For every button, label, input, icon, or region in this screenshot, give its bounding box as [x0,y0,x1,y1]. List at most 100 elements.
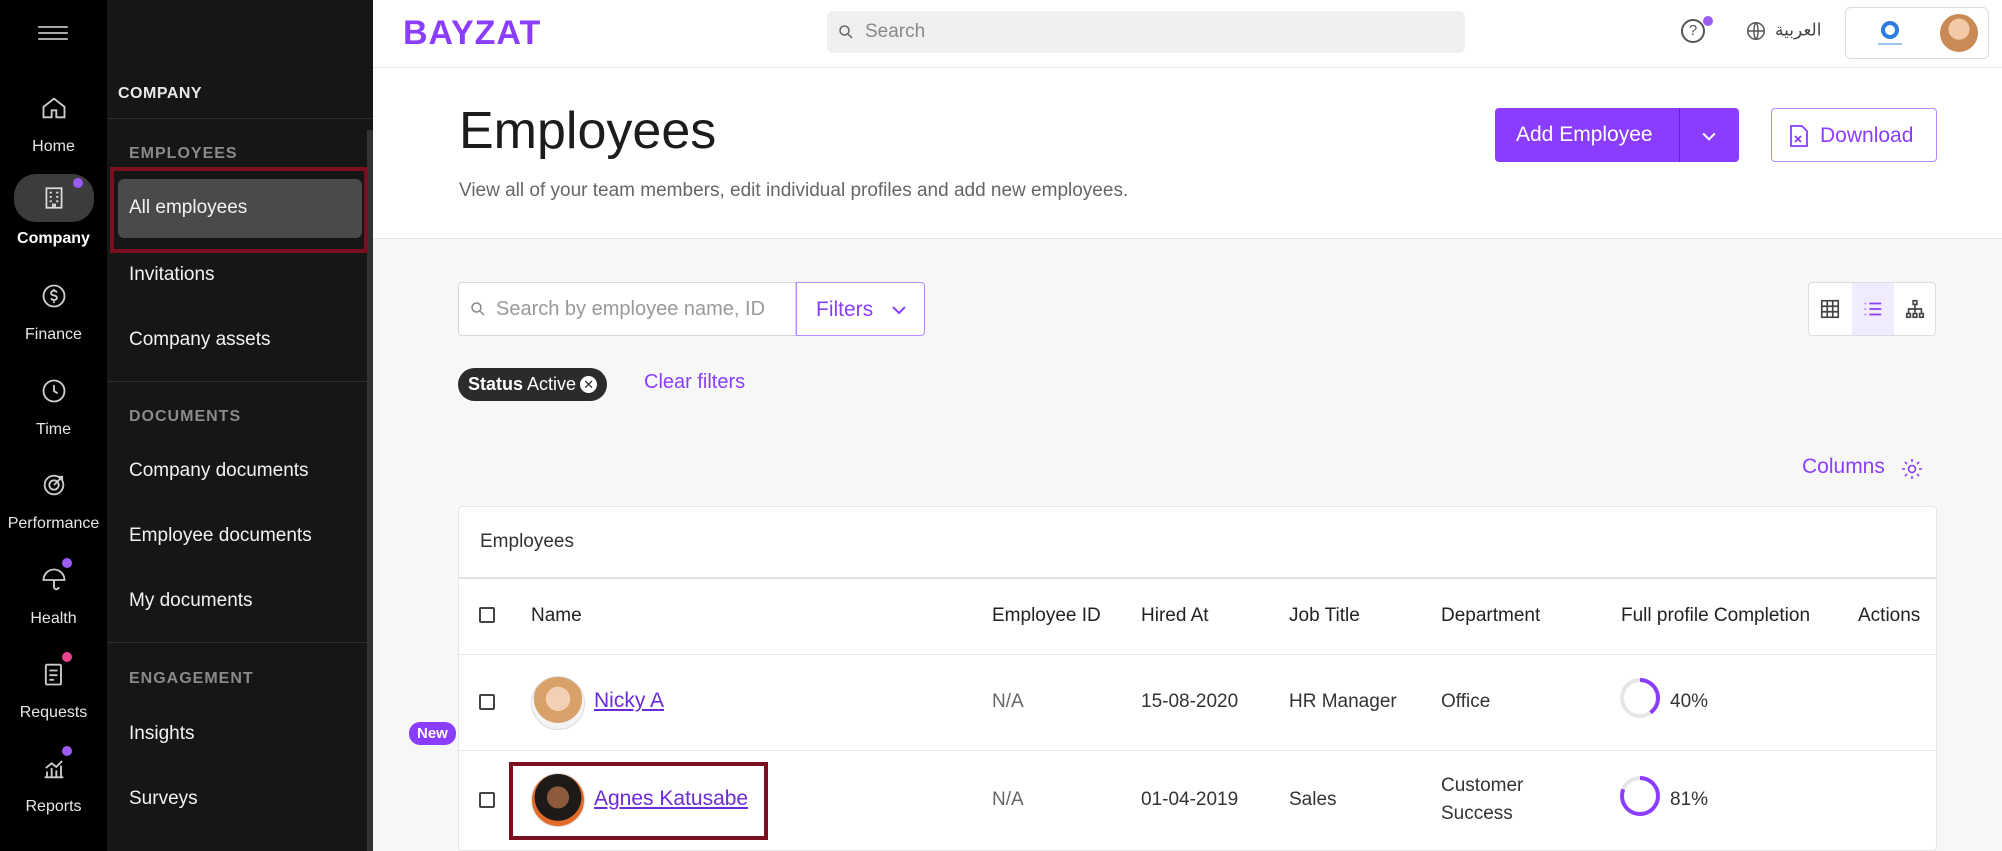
divider [107,642,373,643]
primary-rail: Home Company Finance Time Performance He… [0,0,107,851]
search-icon [471,302,485,316]
submenu-item-insights[interactable]: Insights [129,723,194,745]
globe-icon [1747,22,1765,40]
submenu-item-my-documents[interactable]: My documents [129,590,253,612]
notification-dot [61,558,72,568]
rail-item-time[interactable]: Time [0,369,107,463]
submenu-item-surveys[interactable]: Surveys [129,788,198,810]
column-header-profile-completion[interactable]: Full profile Completion [1621,605,1810,627]
page-header: Employees View all of your team members,… [373,68,2002,239]
submenu-item-company-assets[interactable]: Company assets [129,329,271,351]
profile-completion-value: 81% [1670,789,1709,810]
column-header-name[interactable]: Name [531,605,582,627]
company-submenu: COMPANY EMPLOYEES All employees Invitati… [107,0,456,851]
building-icon [13,174,94,222]
column-header-job-title[interactable]: Job Title [1289,605,1360,627]
rail-item-home[interactable]: Home [0,86,107,180]
column-header-actions: Actions [1858,605,1921,626]
list-view-button[interactable] [1852,283,1894,335]
rail-item-health[interactable]: Health [0,558,107,652]
grid-icon [1820,299,1840,319]
columns-button[interactable]: Columns [1802,455,1922,479]
department: Success [1441,803,1513,824]
notification-dot [1703,16,1713,26]
search-icon [839,25,853,39]
rail-item-finance[interactable]: Finance [0,274,107,368]
chart-icon [32,746,76,790]
divider [107,118,373,119]
global-search-input[interactable]: Search [827,11,1465,53]
home-icon [32,86,76,130]
close-icon[interactable]: ✕ [580,376,598,393]
submenu-item-company-documents[interactable]: Company documents [129,460,309,482]
highlight-agnes-row [509,762,768,840]
top-bar: BAYZAT Search ? العربية [373,0,2002,68]
profile-completion-value: 40% [1670,691,1709,712]
profile-completion-ring [1620,678,1660,718]
employee-search-input[interactable]: Search by employee name, ID [458,282,796,336]
avatar [531,676,585,730]
highlight-all-employees [110,167,368,253]
rail-item-company[interactable]: Company [0,174,107,268]
page-title: Employees [459,102,717,160]
status-filter-chip[interactable]: Status Active ✕ [458,368,608,401]
profile-menu[interactable] [1845,7,1989,59]
gear-icon [1902,459,1922,479]
submenu-title: COMPANY [118,85,203,102]
rail-item-reports[interactable]: Reports [0,746,107,840]
language-switch[interactable]: العربية [1745,20,1821,42]
submenu-item-invitations[interactable]: Invitations [129,264,215,286]
notification-dot [61,746,72,756]
submenu-item-employee-documents[interactable]: Employee documents [129,525,312,547]
target-icon [32,463,76,507]
row-checkbox[interactable] [479,694,495,710]
new-badge: New [409,722,456,745]
help-icon[interactable]: ? [1681,19,1705,43]
filters-button[interactable]: Filters [796,282,925,336]
list-icon [1864,302,1882,316]
download-button[interactable]: Download [1771,108,1937,162]
column-header-employee-id[interactable]: Employee ID [992,605,1101,627]
page-subtitle: View all of your team members, edit indi… [459,180,1129,201]
menu-icon[interactable] [38,22,68,44]
add-employee-button[interactable]: Add Employee [1495,108,1739,162]
org-chart-icon [1905,299,1925,319]
chevron-down-icon[interactable] [1699,126,1719,146]
chevron-down-icon [892,306,906,315]
view-toggle [1808,282,1936,336]
hired-at: 15-08-2020 [1141,691,1239,712]
clear-filters-link[interactable]: Clear filters [644,371,745,394]
department: Office [1441,691,1491,712]
column-header-hired-at[interactable]: Hired At [1141,605,1209,627]
row-checkbox[interactable] [479,792,495,808]
bayzat-logo[interactable]: BAYZAT [403,14,541,53]
rail-item-performance[interactable]: Performance [0,463,107,557]
clock-icon [32,369,76,413]
user-avatar [1938,12,1980,54]
rail-item-requests[interactable]: Requests [0,652,107,746]
umbrella-icon [32,558,76,602]
profile-completion-ring [1620,776,1660,816]
divider [107,381,373,382]
company-logo-icon [1878,21,1902,45]
table-caption: Employees [480,531,574,552]
job-title: HR Manager [1289,691,1397,712]
select-all-checkbox[interactable] [479,607,495,623]
section-engagement: ENGAGEMENT [129,670,254,687]
job-title: Sales [1289,789,1337,810]
grid-view-button[interactable] [1809,283,1851,335]
hired-at: 01-04-2019 [1141,789,1239,810]
org-chart-view-button[interactable] [1894,283,1936,335]
xls-file-icon [1790,125,1808,147]
column-header-department[interactable]: Department [1441,605,1540,627]
department: Customer [1441,775,1524,796]
employee-id: N/A [992,789,1024,810]
notification-dot [61,652,72,662]
dollar-icon [32,274,76,318]
employee-id: N/A [992,691,1024,712]
notification-dot [72,178,83,188]
clipboard-icon [32,652,76,696]
section-documents: DOCUMENTS [129,408,242,425]
section-employees: EMPLOYEES [129,145,238,162]
employee-name-link[interactable]: Nicky A [594,689,664,713]
